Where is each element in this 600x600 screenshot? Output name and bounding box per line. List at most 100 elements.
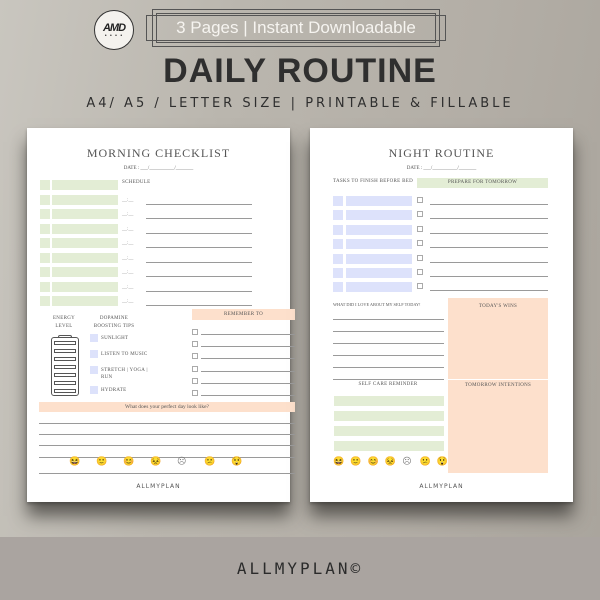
task-checkbox[interactable] [333, 196, 343, 206]
tomorrow-intentions-box[interactable]: TOMORROW INTENTIONS [448, 380, 548, 473]
schedule-time[interactable]: __:__ [122, 198, 133, 203]
perfect-day-line[interactable] [39, 445, 295, 447]
mood-face-icon[interactable]: ☹ [402, 456, 411, 467]
schedule-line[interactable] [146, 232, 252, 234]
schedule-time[interactable]: __:__ [122, 299, 133, 304]
checklist-item-field[interactable] [52, 296, 118, 306]
checklist-item-field[interactable] [52, 238, 118, 248]
schedule-time[interactable]: __:__ [122, 285, 133, 290]
todays-wins-box[interactable]: TODAY'S WINS [448, 298, 548, 379]
prepare-checkbox[interactable] [417, 197, 423, 203]
schedule-line[interactable] [146, 247, 252, 248]
tip-checkbox[interactable] [90, 334, 98, 342]
remember-line[interactable] [201, 358, 295, 360]
task-checkbox[interactable] [333, 224, 343, 235]
mood-face-icon[interactable]: 😆 [69, 456, 80, 467]
schedule-line[interactable] [146, 261, 252, 263]
remember-checkbox[interactable] [192, 353, 198, 360]
schedule-time[interactable]: __:__ [122, 227, 133, 232]
checklist-checkbox[interactable] [40, 223, 50, 234]
selfcare-field[interactable] [334, 396, 444, 406]
mood-face-icon[interactable]: 🙂 [96, 456, 107, 467]
checklist-checkbox[interactable] [40, 209, 50, 219]
checklist-item-field[interactable] [52, 209, 118, 219]
love-line[interactable] [333, 355, 444, 356]
task-checkbox[interactable] [333, 210, 343, 221]
tip-checkbox[interactable] [90, 386, 98, 394]
task-field[interactable] [346, 239, 412, 250]
checklist-checkbox[interactable] [40, 252, 50, 263]
task-checkbox[interactable] [333, 282, 343, 293]
schedule-time[interactable]: __:__ [122, 270, 133, 275]
task-field[interactable] [346, 196, 412, 206]
mood-face-icon[interactable]: 😲 [437, 456, 448, 467]
checklist-item-field[interactable] [52, 252, 118, 263]
task-checkbox[interactable] [333, 268, 343, 278]
task-field[interactable] [346, 224, 412, 235]
prepare-line[interactable] [430, 204, 548, 205]
mood-face-icon[interactable]: 😕 [420, 456, 431, 467]
checklist-item-field[interactable] [52, 281, 118, 292]
tip-checkbox[interactable] [90, 366, 98, 374]
remember-line[interactable] [201, 370, 295, 372]
mood-face-icon[interactable]: 😕 [204, 456, 215, 467]
checklist-item-field[interactable] [52, 267, 118, 277]
checklist-checkbox[interactable] [40, 238, 50, 248]
checklist-checkbox[interactable] [40, 281, 50, 292]
schedule-time[interactable]: __:__ [122, 212, 133, 217]
schedule-line[interactable] [146, 305, 252, 306]
prepare-checkbox[interactable] [417, 240, 423, 247]
remember-line[interactable] [201, 334, 295, 335]
task-field[interactable] [346, 282, 412, 293]
remember-checkbox[interactable] [192, 365, 198, 372]
selfcare-field[interactable] [334, 411, 444, 421]
mood-face-icon[interactable]: 😆 [333, 456, 344, 467]
mood-face-icon[interactable]: ☹ [177, 456, 186, 467]
task-checkbox[interactable] [333, 239, 343, 250]
selfcare-field[interactable] [334, 426, 444, 436]
mood-face-icon[interactable]: 😊 [123, 456, 134, 467]
mood-face-icon[interactable]: 😣 [150, 456, 161, 467]
task-field[interactable] [346, 253, 412, 264]
prepare-checkbox[interactable] [417, 225, 423, 232]
perfect-day-line[interactable] [39, 423, 295, 424]
prepare-line[interactable] [430, 261, 548, 263]
love-line[interactable] [333, 331, 444, 332]
selfcare-field[interactable] [334, 441, 444, 451]
prepare-line[interactable] [430, 247, 548, 249]
prepare-checkbox[interactable] [417, 269, 423, 275]
checklist-checkbox[interactable] [40, 267, 50, 277]
remember-checkbox[interactable] [192, 390, 198, 396]
checklist-item-field[interactable] [52, 223, 118, 234]
remember-line[interactable] [201, 395, 295, 396]
mood-face-icon[interactable]: 😊 [368, 456, 379, 467]
prepare-line[interactable] [430, 218, 548, 220]
schedule-line[interactable] [146, 276, 252, 277]
task-field[interactable] [346, 268, 412, 278]
mood-face-icon[interactable]: 😣 [385, 456, 396, 467]
love-line[interactable] [333, 367, 444, 368]
schedule-line[interactable] [146, 290, 252, 292]
checklist-item-field[interactable] [52, 194, 118, 205]
remember-line[interactable] [201, 346, 295, 348]
task-checkbox[interactable] [333, 253, 343, 264]
remember-checkbox[interactable] [192, 329, 198, 335]
prepare-line[interactable] [430, 290, 548, 292]
prepare-checkbox[interactable] [417, 283, 423, 290]
schedule-line[interactable] [146, 203, 252, 205]
remember-line[interactable] [201, 382, 295, 384]
schedule-time[interactable]: __:__ [122, 256, 133, 261]
schedule-time[interactable]: __:__ [122, 241, 133, 246]
perfect-day-line[interactable] [39, 434, 295, 436]
mood-face-icon[interactable]: 😲 [231, 456, 242, 467]
task-field[interactable] [346, 210, 412, 221]
love-line[interactable] [333, 379, 444, 380]
prepare-line[interactable] [430, 232, 548, 234]
prepare-line[interactable] [430, 276, 548, 277]
prepare-checkbox[interactable] [417, 254, 423, 261]
remember-checkbox[interactable] [192, 341, 198, 348]
schedule-line[interactable] [146, 218, 252, 219]
tip-checkbox[interactable] [90, 350, 98, 358]
prepare-checkbox[interactable] [417, 211, 423, 218]
love-line[interactable] [333, 319, 444, 320]
